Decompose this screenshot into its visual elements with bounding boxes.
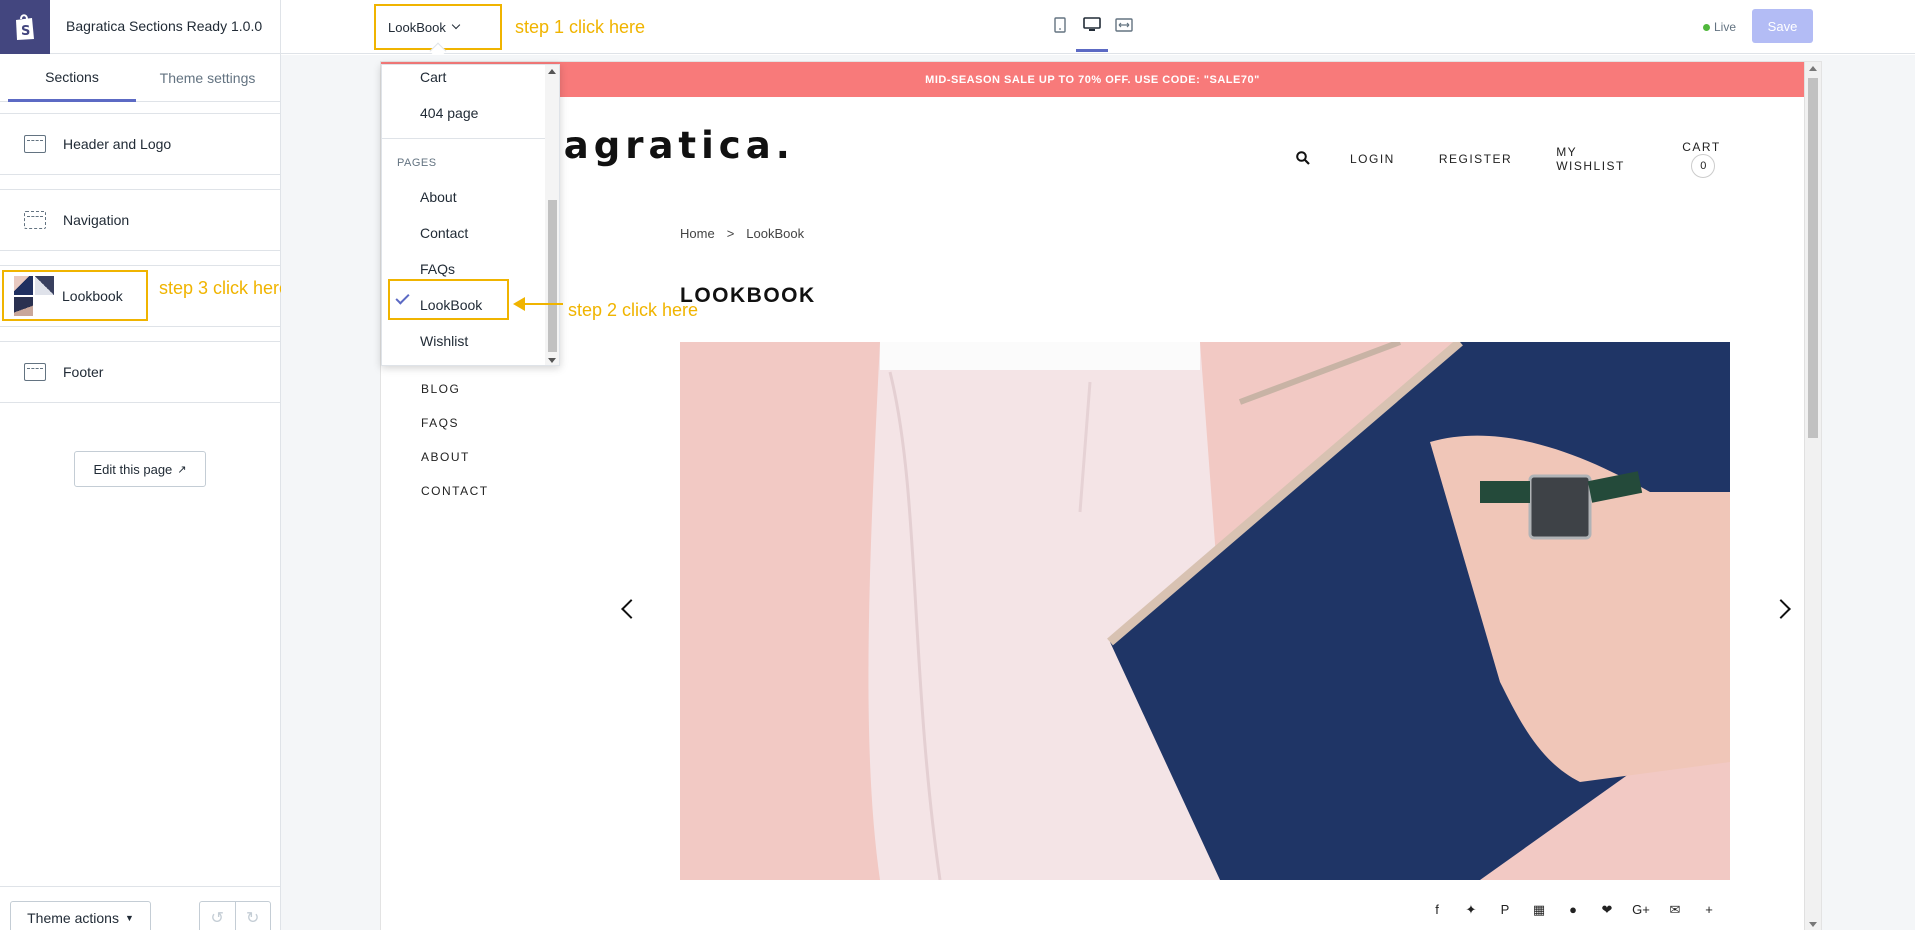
menu-item-faqs[interactable]: FAQs [420,261,455,277]
section-header-icon [24,135,46,153]
menu-scrollbar[interactable] [545,65,559,365]
live-dot-icon [1703,23,1710,31]
lookbook-hero-image [680,342,1730,880]
snapchat-icon[interactable]: ● [1564,902,1582,918]
theme-actions-button[interactable]: Theme actions ▼ [10,901,151,930]
breadcrumb-separator: > [726,226,735,241]
social-share-bar: f ✦ P ▦ ● ❤ G+ ✉ + [1428,902,1718,918]
breadcrumb-current: LookBook [746,226,805,241]
edit-this-page-button[interactable]: Edit this page ↗ [74,451,206,487]
section-navigation[interactable]: Navigation [0,189,280,251]
section-label: Header and Logo [63,136,172,152]
sidebar-bottom-bar: Theme actions ▼ ↺ ↻ [0,886,280,930]
facebook-icon[interactable]: f [1428,902,1446,918]
annotation-box-lookbook-option [388,279,509,320]
theme-actions-label: Theme actions [27,910,119,926]
live-status: Live [1703,20,1736,34]
page-select-dropdown[interactable]: LookBook [374,4,502,60]
heart-icon[interactable]: ❤ [1598,902,1616,918]
announcement-bar[interactable]: MID-SEASON SALE UP TO 70% OFF. USE CODE:… [381,62,1804,97]
breadcrumb: Home > LookBook [680,226,804,241]
section-footer-icon [24,363,46,381]
plus-icon[interactable]: + [1700,902,1718,918]
tab-theme-settings[interactable]: Theme settings [145,54,270,102]
side-menu: BLOG FAQS ABOUT CONTACT [421,382,489,518]
email-icon[interactable]: ✉ [1666,902,1684,918]
menu-scroll-up-icon[interactable] [548,69,556,74]
google-plus-icon[interactable]: G+ [1632,902,1650,918]
nav-login[interactable]: LOGIN [1350,152,1395,166]
menu-item-contact[interactable]: Contact [420,225,468,241]
menu-item-about[interactable]: About [420,189,457,205]
section-header-and-logo[interactable]: Header and Logo [0,113,280,175]
undo-redo-group: ↺ ↻ [199,901,271,930]
nav-register[interactable]: REGISTER [1439,152,1512,166]
scroll-down-icon[interactable] [1809,922,1817,927]
menu-item-404-page[interactable]: 404 page [420,105,478,121]
side-menu-blog[interactable]: BLOG [421,382,489,416]
shopify-bag-icon[interactable]: S [0,0,50,54]
edit-page-label: Edit this page [93,461,173,477]
save-button[interactable]: Save [1752,9,1813,43]
side-menu-contact[interactable]: CONTACT [421,484,489,518]
annotation-box-lookbook [2,270,148,321]
menu-scrollbar-thumb[interactable] [548,200,557,352]
nav-cart-label: CART [1682,140,1721,154]
carousel-prev-arrow-icon[interactable] [621,599,641,619]
store-title: Bagratica Sections Ready 1.0.0 [66,18,263,34]
mobile-view-icon[interactable] [1050,14,1070,36]
search-icon[interactable] [1296,150,1310,168]
cart-count-badge: 0 [1691,154,1716,178]
chevron-down-icon [451,20,461,30]
undo-icon[interactable]: ↺ [200,902,236,930]
side-menu-faqs[interactable]: FAQS [421,416,489,450]
carousel-next-arrow-icon[interactable] [1771,599,1791,619]
fullscreen-view-icon[interactable] [1114,14,1134,36]
nav-wishlist[interactable]: MY WISHLIST [1556,145,1638,173]
live-label: Live [1714,20,1737,34]
page-title: LOOKBOOK [680,284,816,307]
page-select-menu: Cart 404 page PAGES About Contact FAQs L… [381,64,560,366]
svg-text:S: S [21,24,30,39]
scrollbar-thumb[interactable] [1808,78,1818,438]
store-preview: MID-SEASON SALE UP TO 70% OFF. USE CODE:… [381,62,1821,930]
menu-group-pages: PAGES [397,157,437,169]
nav-cart[interactable]: CART0 [1682,140,1821,178]
section-navigation-icon [24,211,46,229]
annotation-step-1: step 1 click here [515,17,646,37]
menu-item-wishlist[interactable]: Wishlist [420,333,468,349]
section-label: Footer [63,364,104,380]
pinterest-icon[interactable]: P [1496,902,1514,918]
annotation-step-2: step 2 click here [568,300,699,320]
preview-scrollbar[interactable] [1804,62,1821,930]
twitter-icon[interactable]: ✦ [1462,902,1480,918]
tab-sections[interactable]: Sections [8,54,136,102]
redo-icon[interactable]: ↻ [236,902,271,930]
desktop-view-icon[interactable] [1076,14,1108,52]
external-link-icon: ↗ [177,463,187,476]
annotation-step-3: step 3 click here [159,278,290,298]
breadcrumb-home[interactable]: Home [680,226,715,241]
caret-down-icon: ▼ [124,913,134,923]
annotation-arrow-icon [513,297,563,311]
menu-item-cart[interactable]: Cart [420,69,446,85]
header-nav: LOGIN REGISTER MY WISHLIST CART0 [1296,140,1821,178]
scroll-up-icon[interactable] [1809,66,1817,71]
menu-divider [382,138,547,139]
section-label: Navigation [63,212,130,228]
section-footer[interactable]: Footer [0,341,280,403]
menu-scroll-down-icon[interactable] [548,358,556,363]
sidebar-tabs: Sections Theme settings [0,54,280,102]
top-bar: S Bagratica Sections Ready 1.0.0 LookBoo… [0,0,1915,60]
grid-icon[interactable]: ▦ [1530,902,1548,918]
page-select-label: LookBook [388,19,446,35]
device-switcher [1050,14,1134,52]
side-menu-about[interactable]: ABOUT [421,450,489,484]
